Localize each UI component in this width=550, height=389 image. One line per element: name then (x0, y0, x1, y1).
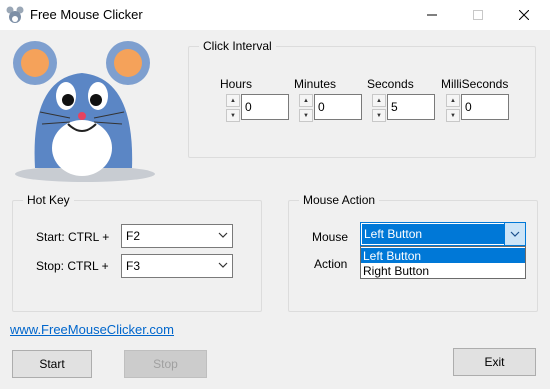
mouse-app-icon (6, 6, 24, 23)
milliseconds-spinner[interactable]: ▲ ▼ (446, 94, 460, 122)
hours-input[interactable]: 0 (241, 94, 289, 120)
action-label: Action (314, 257, 348, 271)
mouse-label: Mouse (312, 230, 349, 244)
minutes-label: Minutes (294, 77, 337, 91)
mouse-button-value: Left Button (362, 224, 504, 244)
stop-hotkey-select[interactable]: F3 (121, 254, 233, 278)
milliseconds-label: MilliSeconds (441, 77, 509, 91)
website-link[interactable]: www.FreeMouseClicker.com (10, 322, 174, 337)
spin-up-icon[interactable]: ▲ (299, 94, 313, 107)
minimize-button[interactable] (409, 0, 455, 30)
exit-button[interactable]: Exit (453, 348, 536, 376)
spin-down-icon[interactable]: ▼ (299, 109, 313, 122)
dropdown-option-left-button[interactable]: Left Button (361, 248, 525, 263)
seconds-input[interactable]: 5 (387, 94, 435, 120)
hot-key-title: Hot Key (23, 193, 74, 207)
click-interval-title: Click Interval (199, 39, 276, 53)
chevron-down-icon (218, 232, 228, 238)
mouse-mascot-logo (13, 41, 155, 182)
spin-up-icon[interactable]: ▲ (226, 94, 240, 107)
window-title: Free Mouse Clicker (30, 7, 143, 22)
start-hotkey-select[interactable]: F2 (121, 224, 233, 248)
minutes-input[interactable]: 0 (314, 94, 362, 120)
spin-down-icon[interactable]: ▼ (446, 109, 460, 122)
maximize-button[interactable] (455, 0, 501, 30)
stop-hotkey-value: F3 (126, 259, 141, 273)
minimize-icon (427, 14, 437, 16)
spin-down-icon[interactable]: ▼ (226, 109, 240, 122)
milliseconds-input[interactable]: 0 (461, 94, 509, 120)
mouse-action-title: Mouse Action (299, 193, 380, 207)
start-hotkey-label: Start: CTRL + (36, 230, 110, 244)
stop-hotkey-label: Stop: CTRL + (36, 259, 109, 273)
stop-button[interactable]: Stop (124, 350, 207, 378)
start-button[interactable]: Start (12, 350, 92, 378)
seconds-spinner[interactable]: ▲ ▼ (372, 94, 386, 122)
mouse-button-dropdown-toggle[interactable] (504, 223, 525, 245)
minutes-spinner[interactable]: ▲ ▼ (299, 94, 313, 122)
mouse-button-dropdown-list: Left Button Right Button (360, 246, 526, 279)
seconds-label: Seconds (367, 77, 414, 91)
mouse-button-select[interactable]: Left Button (360, 222, 526, 246)
close-button[interactable] (501, 0, 547, 30)
chevron-down-icon (510, 231, 520, 237)
spin-down-icon[interactable]: ▼ (372, 109, 386, 122)
maximize-icon (473, 10, 483, 20)
spin-up-icon[interactable]: ▲ (372, 94, 386, 107)
close-icon (519, 10, 529, 20)
title-bar: Free Mouse Clicker (0, 0, 550, 30)
spin-up-icon[interactable]: ▲ (446, 94, 460, 107)
hours-label: Hours (220, 77, 253, 91)
dropdown-option-right-button[interactable]: Right Button (361, 263, 525, 278)
hours-spinner[interactable]: ▲ ▼ (226, 94, 240, 122)
start-hotkey-value: F2 (126, 229, 141, 243)
chevron-down-icon (218, 262, 228, 268)
